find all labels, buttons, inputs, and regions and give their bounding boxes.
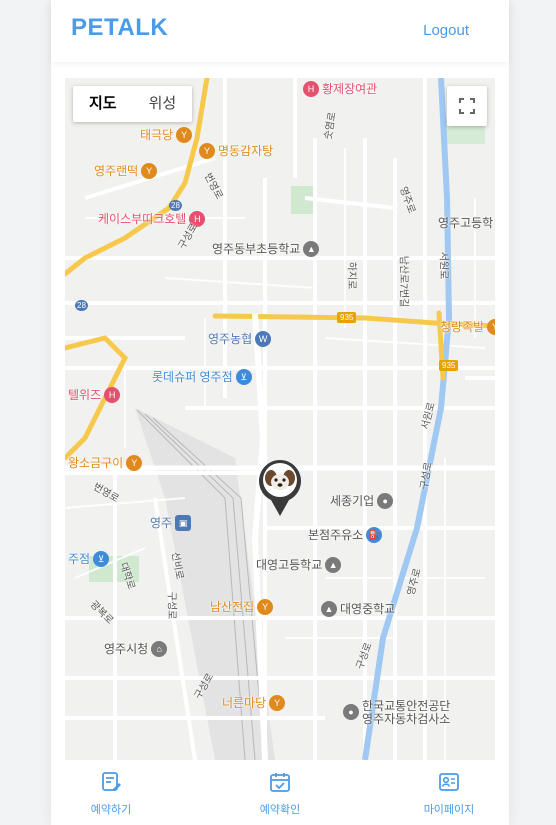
shopping-icon: ⊻ bbox=[235, 368, 252, 385]
poi-marker[interactable]: 영주시청 ⌂ bbox=[101, 640, 168, 657]
poi-label: 주점 bbox=[68, 552, 91, 566]
logout-link[interactable]: Logout bbox=[423, 22, 469, 39]
poi-marker[interactable]: 영주고등학 bbox=[435, 214, 495, 231]
poi-marker[interactable]: 대영고등학교 ▲ bbox=[253, 556, 342, 573]
gas-station-icon: ⛽ bbox=[366, 526, 383, 543]
poi-label: 영주고등학 bbox=[438, 216, 494, 230]
poi-marker[interactable]: 영주동부초등학교 ▲ bbox=[209, 240, 320, 257]
bar-icon: Y bbox=[257, 598, 274, 615]
route-shield: 935 bbox=[439, 360, 459, 371]
restaurant-icon: Y bbox=[269, 694, 286, 711]
school-icon: ▲ bbox=[303, 240, 320, 257]
fullscreen-button[interactable] bbox=[447, 86, 487, 126]
poi-label: 영주랜떡 bbox=[94, 164, 139, 178]
poi-label: 대영고등학교 bbox=[256, 558, 323, 572]
poi-marker[interactable]: 본점주유소 ⛽ bbox=[305, 526, 383, 543]
nav-check-reservation[interactable]: 예약확인 bbox=[220, 760, 340, 825]
restaurant-icon: Y bbox=[199, 142, 215, 159]
city-hall-icon: ⌂ bbox=[151, 640, 168, 657]
road-label: 하지로 bbox=[345, 261, 357, 290]
poi-marker[interactable]: 롯데슈퍼 영주점 ⊻ bbox=[149, 368, 252, 385]
road-label: 구성로 bbox=[165, 591, 177, 620]
poi-marker[interactable]: 왕소금구이 Y bbox=[65, 454, 143, 471]
restaurant-icon: Y bbox=[141, 162, 158, 179]
poi-marker[interactable]: 너른마당 Y bbox=[219, 694, 286, 711]
poi-marker[interactable]: Y 명동감자탕 bbox=[199, 142, 276, 159]
road-label: 남산로7번길 bbox=[397, 255, 409, 308]
poi-marker[interactable]: 영주랜떡 Y bbox=[91, 162, 158, 179]
school-icon: ▲ bbox=[325, 556, 342, 573]
poi-label: 태극당 bbox=[140, 128, 174, 142]
reserve-edit-icon bbox=[102, 772, 121, 791]
poi-label: 영주농협 bbox=[208, 332, 253, 346]
dog-pin-icon bbox=[259, 460, 301, 516]
poi-label: 본점주유소 bbox=[308, 528, 364, 542]
poi-marker[interactable]: 영주농협 W bbox=[205, 330, 272, 347]
poi-label: 대영중학교 bbox=[340, 602, 396, 616]
map-view[interactable]: 지도 위성 H 황제장여관 태극당 Y Y 명동감자탕 영주랜떡 Y 케이스부띠… bbox=[65, 78, 495, 760]
bottom-navigation: 예약하기 예약확인 마이페이지 bbox=[51, 760, 509, 825]
calendar-check-icon bbox=[270, 773, 290, 792]
poi-label: 케이스부띠크호텔 bbox=[98, 212, 187, 226]
fullscreen-icon bbox=[459, 98, 475, 114]
poi-label: 텔위즈 bbox=[68, 388, 102, 402]
poi-marker[interactable]: 태극당 Y bbox=[137, 126, 193, 143]
poi-label: 황제장여관 bbox=[322, 82, 378, 96]
poi-label: 영주 bbox=[150, 516, 173, 530]
road-label: 서원로 bbox=[437, 251, 449, 280]
route-shield: 28 bbox=[75, 300, 88, 311]
restaurant-icon: Y bbox=[126, 454, 143, 471]
profile-card-icon bbox=[439, 773, 459, 791]
app-frame: PETALK Logout 지도 위성 H 황제장여관 태극당 Y Y 명동감자… bbox=[51, 0, 509, 825]
shopping-icon: ⊻ bbox=[93, 550, 110, 567]
nav-mypage-label: 마이페이지 bbox=[423, 804, 475, 816]
poi-label: 영주동부초등학교 bbox=[212, 242, 301, 256]
poi-label: 명동감자탕 bbox=[218, 144, 274, 158]
poi-marker[interactable]: ▲ 대영중학교 bbox=[321, 600, 398, 617]
route-shield: 935 bbox=[337, 312, 357, 323]
poi-label: 영주시청 bbox=[104, 642, 149, 656]
nav-check-reservation-label: 예약확인 bbox=[259, 804, 301, 816]
poi-label: 세종기업 bbox=[330, 494, 375, 508]
poi-marker[interactable]: 영주 ▣ bbox=[147, 514, 192, 531]
poi-label: 청량족발 bbox=[440, 320, 485, 334]
nav-reserve[interactable]: 예약하기 bbox=[51, 760, 171, 825]
hotel-icon: H bbox=[303, 80, 319, 97]
poi-marker[interactable]: 텔위즈 H bbox=[65, 386, 121, 403]
nav-reserve-label: 예약하기 bbox=[90, 804, 132, 816]
restaurant-icon: Y bbox=[487, 318, 495, 335]
school-icon: ▲ bbox=[321, 600, 337, 617]
bank-icon: W bbox=[255, 330, 272, 347]
top-header: PETALK Logout bbox=[51, 0, 509, 62]
poi-marker[interactable]: 청량족발 Y bbox=[437, 318, 495, 335]
poi-label: 한국교통안전공단 영주자동차검사소 bbox=[362, 699, 451, 726]
poi-marker[interactable]: 남산전집 Y bbox=[207, 598, 274, 615]
map-type-control: 지도 위성 bbox=[73, 86, 193, 122]
poi-label: 남산전집 bbox=[210, 600, 255, 614]
train-icon: ▣ bbox=[175, 514, 192, 531]
poi-marker[interactable]: H 황제장여관 bbox=[303, 80, 380, 97]
poi-marker[interactable]: 세종기업 ● bbox=[327, 492, 394, 509]
map-type-map-button[interactable]: 지도 bbox=[73, 86, 133, 122]
poi-label: 롯데슈퍼 영주점 bbox=[152, 370, 233, 384]
pet-location-marker[interactable] bbox=[257, 458, 303, 518]
poi-marker[interactable]: ● 한국교통안전공단 영주자동차검사소 bbox=[343, 700, 453, 726]
brand-logo[interactable]: PETALK bbox=[71, 14, 168, 42]
poi-label: 너른마당 bbox=[222, 696, 267, 710]
place-icon: ● bbox=[343, 704, 359, 720]
map-type-satellite-button[interactable]: 위성 bbox=[133, 86, 193, 122]
place-icon: ● bbox=[377, 492, 394, 509]
nav-mypage[interactable]: 마이페이지 bbox=[389, 760, 509, 825]
hotel-icon: H bbox=[104, 386, 121, 403]
route-shield: 28 bbox=[169, 200, 182, 211]
poi-label: 왕소금구이 bbox=[68, 456, 124, 470]
restaurant-icon: Y bbox=[176, 126, 193, 143]
poi-marker[interactable]: 주점 ⊻ bbox=[65, 550, 110, 567]
